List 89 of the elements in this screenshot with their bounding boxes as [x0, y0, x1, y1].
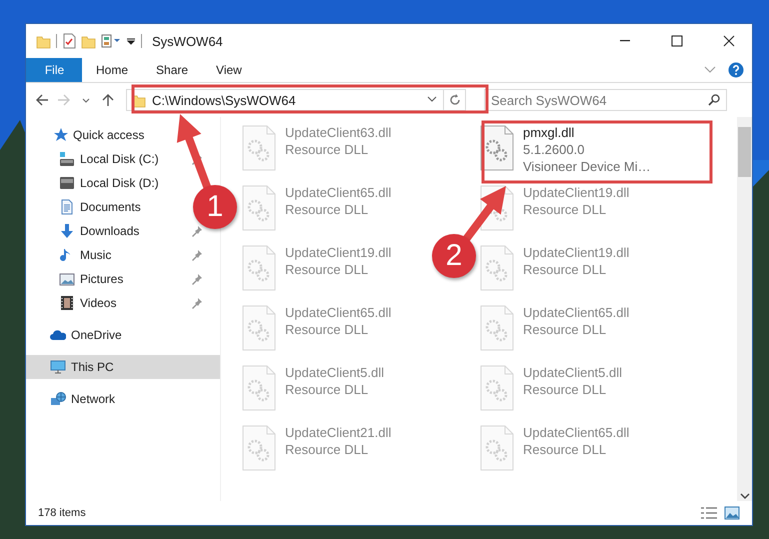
file-name: UpdateClient63.dll: [285, 125, 392, 141]
file-name: pmxgl.dll: [523, 125, 576, 141]
star-icon: [52, 127, 68, 143]
ribbon-tab[interactable]: File: [26, 58, 82, 82]
file-name: UpdateClient65.dll: [523, 305, 630, 321]
file-name: UpdateClient19.dll: [523, 245, 630, 261]
file-detail: Resource DLL: [285, 201, 370, 218]
file-item[interactable]: UpdateClient21.dll Resource DLL: [241, 423, 392, 481]
scrollbar-thumb[interactable]: [738, 127, 751, 177]
ribbon-tab[interactable]: Home: [82, 58, 142, 82]
dll-file-icon: [241, 365, 277, 411]
file-detail: Resource DLL: [523, 321, 608, 338]
drive-icon: [59, 175, 75, 191]
film-icon: [59, 295, 75, 311]
large-icons-view-icon[interactable]: [724, 506, 740, 520]
dll-file-icon: [241, 125, 277, 171]
nav-item[interactable]: OneDrive: [26, 323, 128, 347]
nav-item[interactable]: Documents: [26, 195, 192, 219]
dll-file-icon: [479, 305, 515, 351]
dll-file-icon: [241, 305, 277, 351]
file-name: UpdateClient65.dll: [523, 425, 630, 441]
file-name: UpdateClient5.dll: [523, 365, 622, 381]
dropdown-icon[interactable]: [126, 36, 136, 46]
details-view-icon[interactable]: [700, 506, 718, 520]
file-item[interactable]: UpdateClient63.dll Resource DLL: [241, 123, 392, 181]
file-name: UpdateClient19.dll: [285, 245, 392, 261]
file-item[interactable]: UpdateClient5.dll Resource DLL: [479, 363, 622, 421]
document-icon: [59, 199, 75, 215]
address-bar[interactable]: C:\Windows\SysWOW64: [126, 89, 466, 111]
file-detail: Resource DLL: [285, 381, 370, 398]
dll-file-icon: [479, 365, 515, 411]
refresh-icon: [448, 94, 460, 106]
chevron-down-icon[interactable]: [427, 96, 437, 104]
file-item[interactable]: UpdateClient65.dll Resource DLL: [479, 423, 630, 481]
maximize-icon: [671, 35, 683, 47]
chevron-down-icon: [740, 493, 750, 501]
dll-file-icon: [479, 245, 515, 291]
file-item[interactable]: UpdateClient19.dll Resource DLL: [479, 243, 630, 301]
file-item[interactable]: UpdateClient5.dll Resource DLL: [241, 363, 384, 421]
nav-item[interactable]: Videos: [26, 291, 209, 315]
dll-file-icon: [241, 425, 277, 471]
file-item[interactable]: UpdateClient65.dll Resource DLL: [241, 183, 392, 241]
checklist-icon[interactable]: [62, 33, 76, 49]
file-item[interactable]: UpdateClient65.dll Resource DLL: [241, 303, 392, 361]
file-detail: Resource DLL: [285, 261, 370, 278]
file-item[interactable]: pmxgl.dll 5.1.2600.0 Visioneer Device Mi…: [479, 123, 651, 181]
back-arrow-icon[interactable]: [34, 92, 50, 108]
ribbon-tab[interactable]: Share: [142, 58, 202, 82]
item-count: 178 items: [38, 507, 87, 519]
nav-item[interactable]: Network: [26, 387, 122, 411]
file-detail: Resource DLL: [523, 201, 608, 218]
nav-item[interactable]: Music: [26, 243, 209, 267]
file-detail: Resource DLL: [285, 321, 370, 338]
close-icon: [723, 35, 735, 47]
monitor-icon: [50, 359, 66, 375]
window-title: SysWOW64: [152, 34, 224, 48]
file-name: UpdateClient65.dll: [285, 185, 392, 201]
dll-file-icon: [479, 125, 515, 171]
file-name: UpdateClient5.dll: [285, 365, 384, 381]
file-detail: Resource DLL: [285, 141, 370, 158]
search-field[interactable]: Search SysWOW64: [484, 89, 727, 111]
file-detail: 5.1.2600.0: [523, 141, 586, 158]
file-item[interactable]: UpdateClient19.dll Resource DLL: [241, 243, 392, 301]
download-arrow-icon: [59, 223, 75, 239]
nav-item[interactable]: This PC: [26, 355, 220, 379]
nav-item[interactable]: Quick access: [26, 123, 150, 147]
scrollbar[interactable]: [737, 117, 752, 501]
help-icon[interactable]: [728, 62, 744, 78]
picture-icon: [59, 271, 75, 287]
file-detail: Resource DLL: [285, 441, 370, 458]
file-name: UpdateClient21.dll: [285, 425, 392, 441]
network-globe-icon: [50, 391, 66, 407]
drive-icon: [59, 151, 75, 167]
file-detail: Visioneer Device Mi…: [523, 158, 651, 175]
dll-file-icon: [241, 185, 277, 231]
dll-file-icon: [479, 425, 515, 471]
file-name: UpdateClient19.dll: [523, 185, 630, 201]
file-name: UpdateClient65.dll: [285, 305, 392, 321]
file-item[interactable]: UpdateClient65.dll Resource DLL: [479, 303, 630, 361]
up-arrow-icon[interactable]: [100, 92, 116, 108]
file-detail: Resource DLL: [523, 381, 608, 398]
nav-item[interactable]: Local Disk (D:): [26, 171, 192, 195]
ribbon-tab[interactable]: View: [202, 58, 256, 82]
nav-item[interactable]: Pictures: [26, 267, 209, 291]
dll-file-icon: [241, 245, 277, 291]
file-detail: Resource DLL: [523, 261, 608, 278]
search-icon[interactable]: [708, 94, 720, 106]
file-detail: Resource DLL: [523, 441, 608, 458]
properties-icon[interactable]: [101, 34, 121, 48]
